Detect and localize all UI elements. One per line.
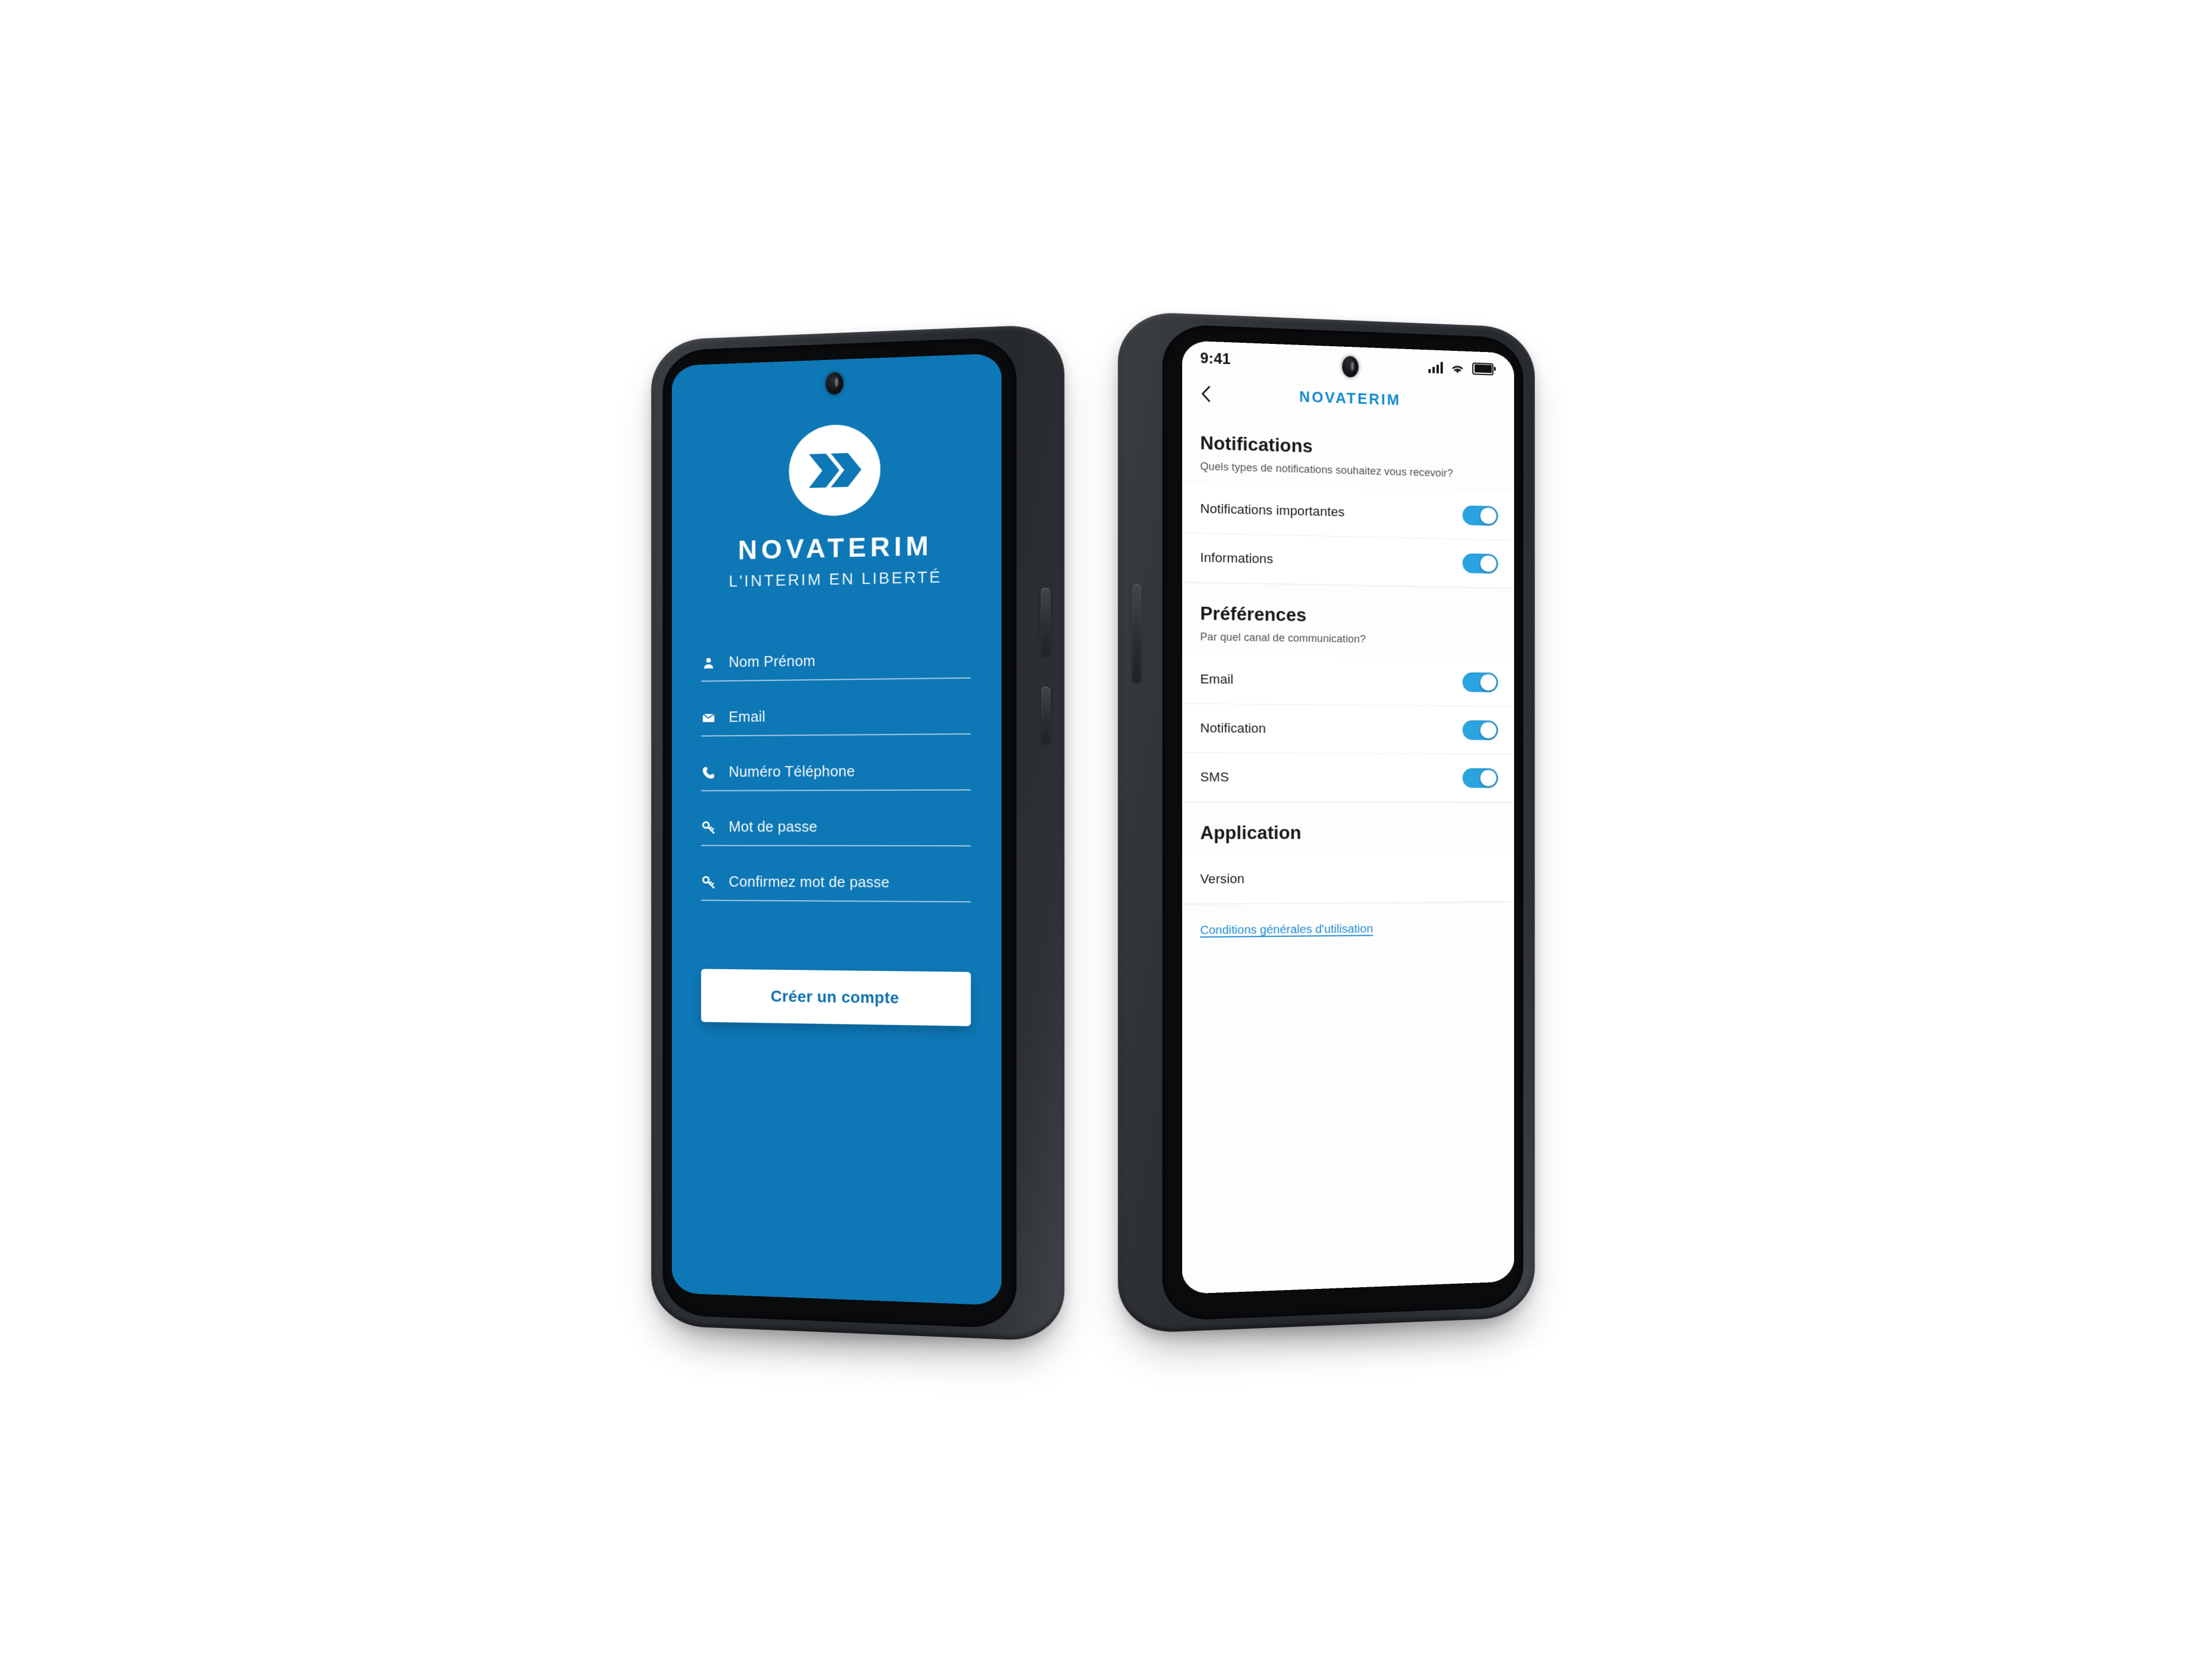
settings-screen: 9:41 NOVATERIM Notifications Quels types… <box>1182 340 1514 1294</box>
field-nom-prenom[interactable]: Nom Prénom <box>701 650 971 682</box>
front-camera-punchhole <box>1342 355 1359 378</box>
section-title: Notifications <box>1200 433 1313 457</box>
settings-content: Notifications Quels types de notificatio… <box>1182 411 1514 1294</box>
field-confirmez-mot-de-passe[interactable]: Confirmez mot de passe <box>701 874 971 903</box>
toggle-informations[interactable] <box>1462 553 1499 574</box>
cellular-signal-icon <box>1428 361 1443 374</box>
toggle-notifications-importantes[interactable] <box>1462 505 1499 526</box>
row-notifications-importantes[interactable]: Notifications importantes <box>1182 484 1514 541</box>
battery-full-icon <box>1472 362 1494 376</box>
conditions-generales-link[interactable]: Conditions générales d'utilisation <box>1200 923 1373 937</box>
section-notifications-header: Notifications Quels types de notificatio… <box>1182 411 1514 481</box>
user-icon <box>701 655 716 670</box>
creer-un-compte-button[interactable]: Créer un compte <box>701 969 971 1027</box>
toggle-notification[interactable] <box>1462 720 1499 741</box>
signup-form: Nom Prénom Email Numéro Téléphone Mot de… <box>701 650 971 903</box>
section-title: Application <box>1200 822 1302 844</box>
toggle-sms[interactable] <box>1462 768 1499 789</box>
row-label: Email <box>1200 671 1234 687</box>
field-email[interactable]: Email <box>701 706 971 737</box>
phone-screen-signup: NOVATERIM L'INTERIM EN LIBERTÉ Nom Préno… <box>672 353 1002 1306</box>
field-mot-de-passe-placeholder: Mot de passe <box>728 818 817 836</box>
key-icon <box>701 820 716 835</box>
row-label: SMS <box>1200 770 1229 784</box>
power-button[interactable] <box>1041 687 1050 743</box>
chevron-left-icon[interactable] <box>1199 384 1214 404</box>
front-camera-punchhole <box>825 372 843 395</box>
phone-device-signup: NOVATERIM L'INTERIM EN LIBERTÉ Nom Préno… <box>651 323 1065 1342</box>
section-application-card: Version <box>1182 854 1514 905</box>
field-confirmez-mot-de-passe-placeholder: Confirmez mot de passe <box>728 874 890 891</box>
section-preferences-card: Email Notification SMS <box>1182 655 1514 803</box>
toggle-email[interactable] <box>1462 672 1499 692</box>
row-email[interactable]: Email <box>1182 655 1514 707</box>
section-notifications-card: Notifications importantes Informations <box>1182 484 1514 589</box>
section-subtitle: Quels types de notifications souhaitez v… <box>1200 460 1453 480</box>
field-email-placeholder: Email <box>728 709 766 726</box>
key-icon <box>701 875 716 890</box>
row-sms[interactable]: SMS <box>1182 753 1514 803</box>
row-informations[interactable]: Informations <box>1182 533 1514 589</box>
brand-name: NOVATERIM <box>737 530 933 565</box>
legal-links: Conditions générales d'utilisation <box>1182 902 1514 938</box>
row-notification[interactable]: Notification <box>1182 703 1514 755</box>
page-title: NOVATERIM <box>1299 388 1401 408</box>
row-label: Notification <box>1200 720 1266 736</box>
signup-screen: NOVATERIM L'INTERIM EN LIBERTÉ Nom Préno… <box>672 353 1002 1306</box>
field-telephone-placeholder: Numéro Téléphone <box>728 763 855 780</box>
field-mot-de-passe[interactable]: Mot de passe <box>701 818 971 847</box>
section-preferences-header: Préférences Par quel canal de communicat… <box>1182 582 1514 648</box>
field-telephone[interactable]: Numéro Téléphone <box>701 763 971 791</box>
row-label: Version <box>1200 871 1245 887</box>
phone-screen-settings: 9:41 NOVATERIM Notifications Quels types… <box>1182 340 1514 1294</box>
status-icons <box>1428 361 1494 376</box>
volume-rocker-button[interactable] <box>1041 588 1050 656</box>
section-title: Préférences <box>1200 603 1307 626</box>
status-time: 9:41 <box>1200 350 1231 368</box>
power-button[interactable] <box>1132 584 1141 682</box>
phone-device-settings: 9:41 NOVATERIM Notifications Quels types… <box>1118 311 1535 1334</box>
email-icon <box>701 710 716 725</box>
section-subtitle: Par quel canal de communication? <box>1200 631 1366 645</box>
row-label: Notifications importantes <box>1200 501 1345 519</box>
row-label: Informations <box>1200 550 1274 567</box>
field-nom-prenom-placeholder: Nom Prénom <box>728 653 816 671</box>
row-version[interactable]: Version <box>1182 854 1514 905</box>
mockup-scene: NOVATERIM L'INTERIM EN LIBERTÉ Nom Préno… <box>0 0 2209 1680</box>
brand-tagline: L'INTERIM EN LIBERTÉ <box>728 568 942 591</box>
novaterim-chevron-logo-icon <box>789 423 881 517</box>
section-application-header: Application <box>1182 802 1514 843</box>
phone-icon <box>701 765 716 780</box>
wifi-icon <box>1450 362 1465 374</box>
